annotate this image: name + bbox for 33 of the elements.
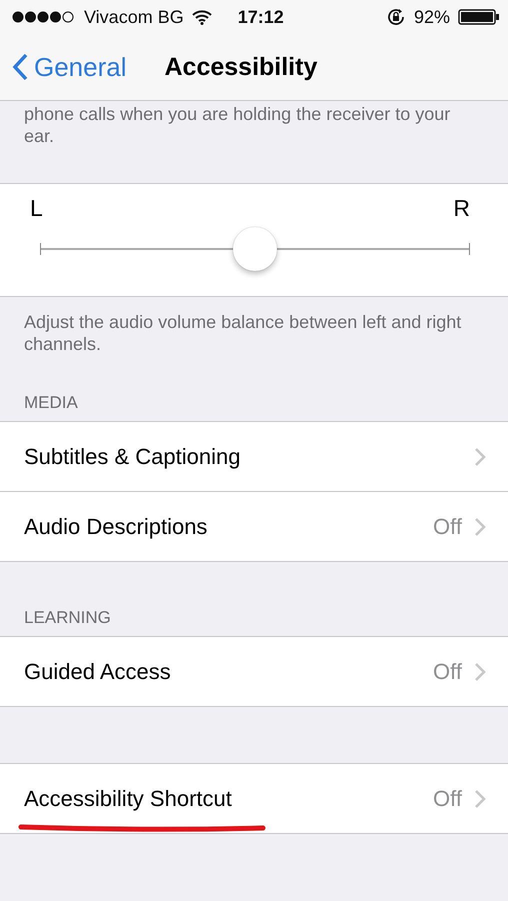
row-label: Guided Access — [24, 658, 172, 684]
section-header: MEDIA — [23, 392, 79, 414]
row-value: Off — [433, 658, 462, 684]
signal-icon — [12, 11, 76, 23]
row-label: Subtitles & Captioning — [24, 444, 242, 470]
left-label: L — [30, 194, 43, 222]
page-title: Accessibility — [164, 52, 318, 82]
rotation-lock-icon — [386, 7, 406, 27]
clock-time: 17:12 — [238, 6, 284, 28]
chevron-icon — [474, 516, 486, 536]
right-label: R — [453, 194, 470, 222]
section-header: LEARNING — [23, 607, 112, 629]
row-value: Off — [433, 786, 462, 812]
chevron-icon — [474, 446, 486, 466]
section-footer: Adjust the audio volume balance between left and right channels. — [0, 297, 494, 355]
back-chevron-icon[interactable] — [12, 53, 28, 81]
section-footer: phone calls when you are holding the receiver to your ear. — [0, 101, 494, 183]
row-label: Accessibility Shortcut — [24, 786, 233, 812]
row-label: Audio Descriptions — [24, 514, 208, 540]
chevron-icon — [474, 788, 486, 808]
settings-row[interactable]: Accessibility Shortcut Off — [0, 764, 508, 833]
back-label[interactable]: General — [34, 52, 126, 82]
settings-row[interactable]: Guided Access Off — [0, 637, 508, 706]
row-value: Off — [433, 514, 462, 540]
wifi-icon — [192, 10, 212, 24]
slider-thumb[interactable] — [233, 226, 277, 270]
settings-row[interactable]: Subtitles & Captioning — [0, 422, 508, 491]
settings-row[interactable]: Audio Descriptions Off — [0, 491, 508, 561]
carrier-name: Vivacom BG — [84, 6, 184, 28]
battery-percent: 92% — [414, 6, 450, 28]
battery-icon — [458, 9, 500, 25]
back-button[interactable]: General — [12, 52, 126, 82]
chevron-icon — [474, 662, 486, 682]
